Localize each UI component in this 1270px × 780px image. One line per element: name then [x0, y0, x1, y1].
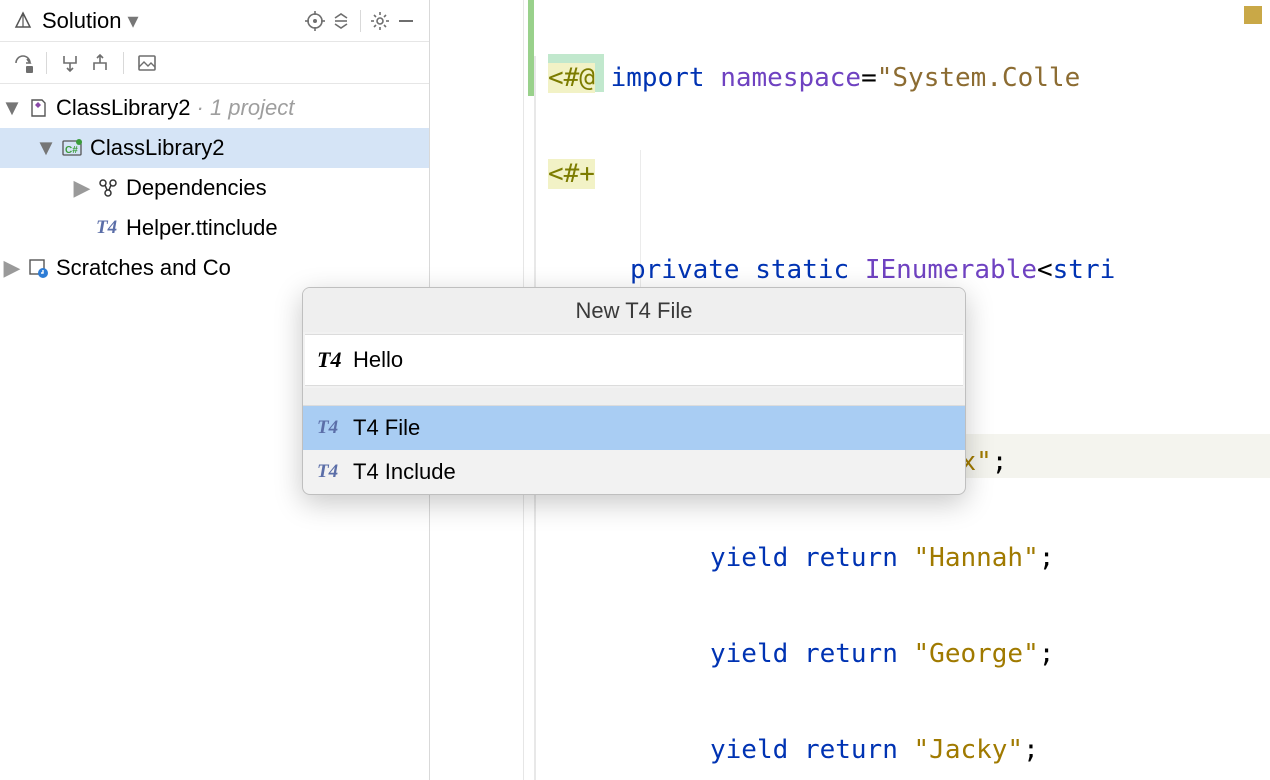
solution-selector[interactable]: Solution ▾	[10, 8, 139, 34]
chevron-down-icon: ▾	[128, 8, 139, 34]
popup-option-label: T4 File	[353, 415, 420, 441]
t4-file-icon: T4	[317, 347, 343, 373]
tree-file-helper[interactable]: T4 Helper.ttinclude	[0, 208, 429, 248]
solution-file-icon	[26, 96, 50, 120]
code-token: <#@	[548, 63, 595, 93]
code-token: static	[755, 255, 849, 285]
code-token: <	[1037, 255, 1053, 285]
popup-separator	[303, 388, 965, 406]
tree-label: Dependencies	[126, 175, 267, 201]
tree-label: Helper.ttinclude	[126, 215, 278, 241]
target-icon[interactable]	[302, 8, 328, 34]
code-token: yield	[710, 543, 788, 573]
tree-label: ClassLibrary2	[90, 135, 225, 161]
code-token: "George"	[914, 639, 1039, 669]
tree-label: Scratches and Co	[56, 255, 231, 281]
code-token: import	[611, 63, 705, 93]
arrow-into-icon[interactable]	[57, 50, 83, 76]
code-token: yield	[710, 735, 788, 765]
tree-arrow-right-icon[interactable]: ▶	[4, 255, 20, 281]
code-token: ;	[1039, 543, 1055, 573]
sync-icon[interactable]	[10, 50, 36, 76]
code-token: return	[804, 639, 898, 669]
tree-sublabel: · 1 project	[197, 95, 295, 121]
solution-label: Solution	[42, 8, 122, 34]
scratches-icon	[26, 256, 50, 280]
tree-arrow-right-icon[interactable]: ▶	[74, 175, 90, 201]
code-token: ;	[992, 447, 1008, 477]
popup-option-label: T4 Include	[353, 459, 456, 485]
code-token: <#+	[548, 159, 595, 189]
tree-scratches-node[interactable]: ▶ Scratches and Co	[0, 248, 429, 288]
csharp-project-icon: C#	[60, 136, 84, 160]
filename-input[interactable]: T4 Hello	[305, 334, 963, 386]
popup-option-t4-file[interactable]: T4 T4 File	[303, 406, 965, 450]
collapse-all-icon[interactable]	[328, 8, 354, 34]
tree-arrow-down-icon[interactable]: ▼	[4, 95, 20, 121]
tree-project-node[interactable]: ▼ C# ClassLibrary2	[0, 128, 429, 168]
tree-label: ClassLibrary2	[56, 95, 191, 121]
minimize-icon[interactable]	[393, 8, 419, 34]
code-token: private	[630, 255, 740, 285]
t4-file-icon: T4	[96, 216, 120, 240]
code-token: "Hannah"	[914, 543, 1039, 573]
solution-toolbar-secondary	[0, 42, 429, 84]
code-token: =	[861, 63, 877, 93]
code-token: stri	[1053, 255, 1116, 285]
project-tree: ▼ ClassLibrary2 · 1 project ▼ C# ClassLi…	[0, 84, 429, 288]
solution-icon	[10, 8, 36, 34]
code-token: ;	[1039, 639, 1055, 669]
new-file-popup: New T4 File T4 Hello T4 T4 File T4 T4 In…	[302, 287, 966, 495]
gear-icon[interactable]	[367, 8, 393, 34]
tree-dependencies-node[interactable]: ▶ Dependencies	[0, 168, 429, 208]
code-token: ;	[1023, 735, 1039, 765]
code-token: yield	[710, 639, 788, 669]
tree-solution-node[interactable]: ▼ ClassLibrary2 · 1 project	[0, 88, 429, 128]
popup-option-t4-include[interactable]: T4 T4 Include	[303, 450, 965, 494]
code-token: return	[804, 735, 898, 765]
svg-text:C#: C#	[65, 145, 78, 156]
code-token: "System.Colle	[877, 63, 1081, 93]
solution-toolbar: Solution ▾	[0, 0, 429, 42]
code-token: namespace	[720, 63, 861, 93]
popup-title: New T4 File	[303, 288, 965, 332]
dependencies-icon	[96, 176, 120, 200]
code-token: IEnumerable	[865, 255, 1037, 285]
t4-file-icon: T4	[317, 461, 343, 483]
tree-arrow-down-icon[interactable]: ▼	[38, 135, 54, 161]
arrow-out-icon[interactable]	[87, 50, 113, 76]
image-icon[interactable]	[134, 50, 160, 76]
code-token: "Jacky"	[914, 735, 1024, 765]
code-token: return	[804, 543, 898, 573]
t4-file-icon: T4	[317, 417, 343, 439]
filename-value: Hello	[353, 347, 403, 373]
